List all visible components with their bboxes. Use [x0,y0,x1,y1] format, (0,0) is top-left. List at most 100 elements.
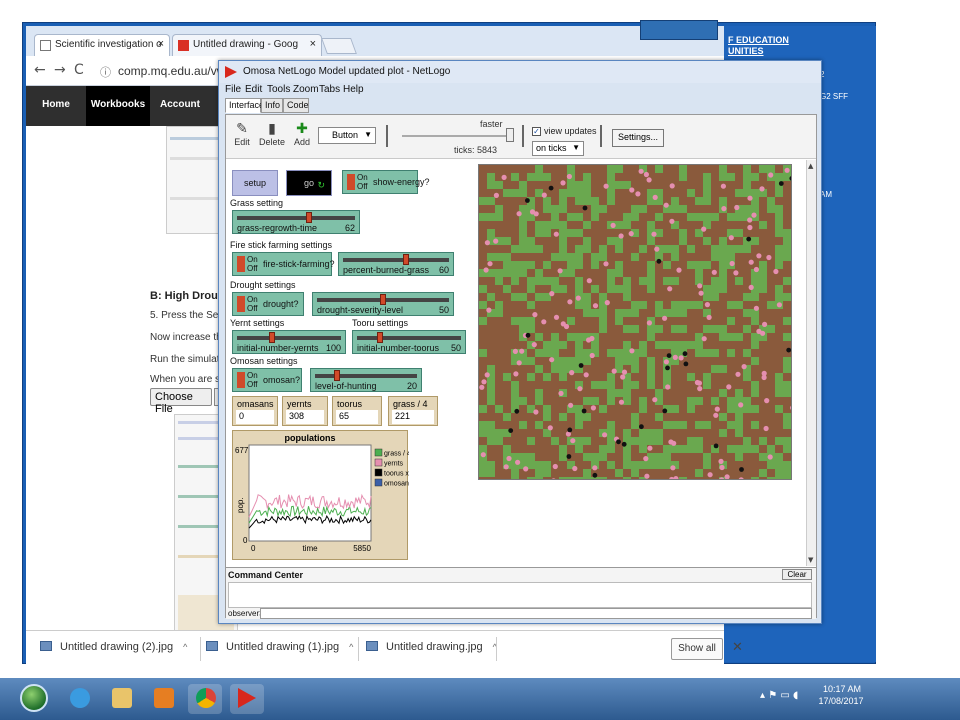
grass-patch [647,237,655,245]
tab-info[interactable]: Info [261,98,283,113]
widget-type-select[interactable]: Button ▼ [318,127,376,144]
screenshot-thumbnail [166,126,224,234]
grass-patch [535,293,543,301]
show-all-downloads-button[interactable]: Show all [671,638,723,660]
new-tab-button[interactable] [321,38,357,54]
menu-file[interactable]: File [225,84,241,95]
close-tab-icon[interactable]: × [158,38,164,50]
clock-date[interactable]: 17/08/2017 [816,696,866,706]
menu-edit[interactable]: Edit [245,84,262,95]
chevron-up-icon[interactable]: ^ [349,642,353,652]
level-of-hunting-slider[interactable]: level-of-hunting 20 [310,368,422,392]
fire-stick-farming-switch[interactable]: On Off fire-stick-farming? [232,252,335,276]
taskbar-explorer[interactable] [104,684,138,714]
grass-patch [623,181,631,189]
yernt-agent [549,291,555,297]
scroll-up-icon[interactable]: ▲ [808,162,813,170]
grass-patch [783,421,791,429]
start-button[interactable] [20,684,48,712]
window-controls-top[interactable] [640,20,718,40]
nav-home[interactable]: Home [26,86,86,126]
yernt-agent [484,240,490,246]
slider-handle[interactable] [269,332,275,343]
go-button[interactable]: go ↻ [286,170,332,196]
grass-patch [479,445,487,453]
tab-code[interactable]: Code [283,98,309,113]
drought-switch[interactable]: On Off drought? [232,292,304,316]
clock-time[interactable]: 10:17 AM [820,684,864,694]
reload-icon[interactable]: C [74,62,84,78]
slider-handle[interactable] [380,294,386,305]
side-link-line: F EDUCATION [728,35,789,45]
back-arrow-icon[interactable]: ← [34,62,46,78]
tab-interface[interactable]: Interface [225,98,264,113]
grass-regrowth-slider[interactable]: grass-regrowth-time 62 [232,210,360,234]
slider-handle[interactable] [306,212,312,223]
yernt-agent [665,384,671,390]
switch-on-label: On [247,371,258,380]
speed-slider[interactable] [402,135,512,137]
netlogo-titlebar[interactable]: Omosa NetLogo Model updated plot - NetLo… [219,61,821,83]
grass-patch [743,445,751,453]
side-link[interactable]: F EDUCATION UNITIES [728,35,789,57]
add-button[interactable]: ✚ Add [286,121,318,147]
grass-patch [751,421,759,429]
initial-yernts-slider[interactable]: initial-number-yernts 100 [232,330,346,354]
taskbar-chrome[interactable] [188,684,222,714]
download-item[interactable]: Untitled drawing.jpg ^ [366,641,497,653]
grass-patch [767,461,775,469]
menu-tools[interactable]: Tools [267,84,290,95]
omosan-switch[interactable]: On Off omosan? [232,368,302,392]
grass-patch [775,173,783,181]
delete-button[interactable]: ▮ Delete [256,121,288,147]
drought-severity-slider[interactable]: drought-severity-level 50 [312,292,454,316]
nav-workbooks[interactable]: Workbooks [86,86,150,126]
menu-help[interactable]: Help [343,84,364,95]
grass-patch [583,221,591,229]
slider-handle[interactable] [403,254,409,265]
browser-tab-scientific[interactable]: Scientific investigation o × [34,34,170,56]
choose-file-button[interactable]: Choose File [150,388,212,415]
view-updates-checkbox[interactable]: ✓ [532,127,541,136]
forward-arrow-icon[interactable]: → [54,62,66,78]
update-mode-select[interactable]: on ticks ▼ [532,141,584,156]
edit-button[interactable]: ✎ Edit [226,121,258,147]
system-tray[interactable]: ▴ ⚑ ▭ ◖ [760,690,798,701]
taskbar-netlogo[interactable] [230,684,264,714]
command-input[interactable] [260,608,812,619]
drought-setting-label: Drought settings [230,280,296,290]
nav-account[interactable]: Account [150,86,210,126]
download-item[interactable]: Untitled drawing (2).jpg ^ [40,641,187,653]
switch-off-label: Off [247,264,258,273]
grass-patch [575,445,583,453]
interface-scrollbar[interactable]: ▲ ▼ [806,160,816,566]
taskbar-ie[interactable] [62,684,96,714]
taskbar-media[interactable] [146,684,180,714]
menu-zoom[interactable]: Zoom [293,84,319,95]
browser-tab-drawing[interactable]: Untitled drawing - Goog × [172,34,322,56]
menu-tabs[interactable]: Tabs [319,84,340,95]
tooru-setting-label: Tooru settings [352,318,409,328]
grass-patch [679,309,687,317]
slider-handle[interactable] [377,332,383,343]
grass-patch [727,301,735,309]
settings-button[interactable]: Settings... [612,129,664,147]
scroll-down-icon[interactable]: ▼ [808,556,813,564]
speed-slider-handle[interactable] [506,128,514,142]
close-icon[interactable]: ✕ [732,640,743,655]
grass-patch [727,397,735,405]
setup-button[interactable]: setup [232,170,278,196]
slider-handle[interactable] [334,370,340,381]
chevron-up-icon[interactable]: ^ [183,642,187,652]
grass-patch [487,253,495,261]
yernt-agent [586,337,592,343]
percent-burned-slider[interactable]: percent-burned-grass 60 [338,252,454,276]
yernt-agent [764,398,770,404]
clear-button[interactable]: Clear [782,569,812,580]
close-tab-icon[interactable]: × [310,38,316,50]
grass-patch [639,429,647,437]
initial-toorus-slider[interactable]: initial-number-toorus 50 [352,330,466,354]
world-view[interactable] [478,164,792,480]
download-item[interactable]: Untitled drawing (1).jpg ^ [206,641,353,653]
show-energy-switch[interactable]: On Off show-energy? [342,170,430,194]
